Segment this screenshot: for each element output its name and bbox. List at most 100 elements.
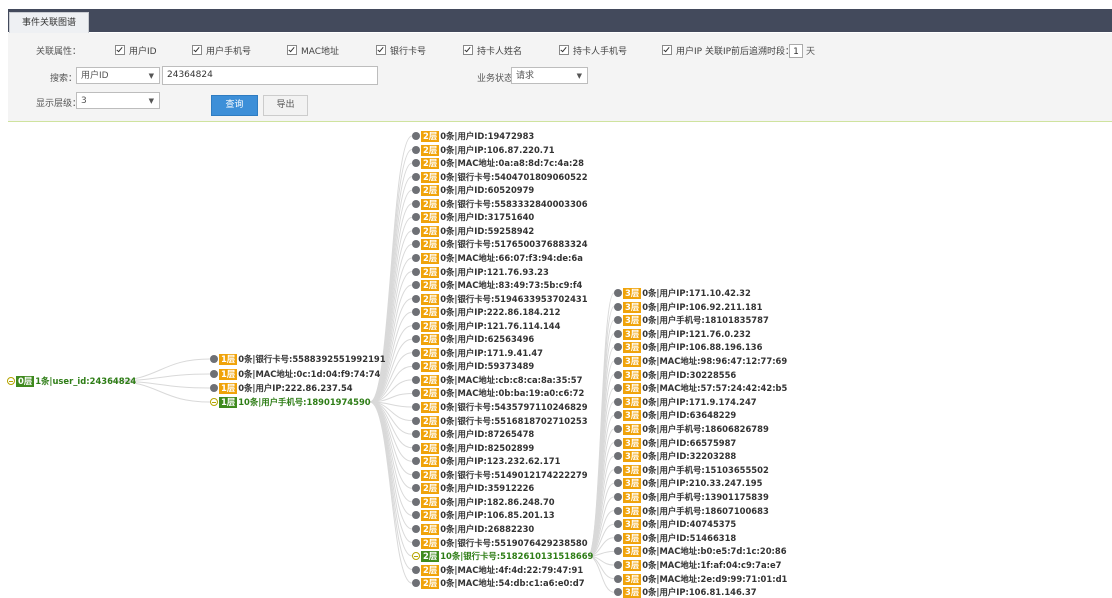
node-dot-icon[interactable]: [412, 579, 420, 588]
node-dot-icon[interactable]: [412, 362, 420, 371]
level3-node[interactable]: 3层 0条|用户IP:171.9.174.247: [614, 396, 757, 408]
node-dot-icon[interactable]: [614, 533, 622, 542]
level2-node[interactable]: 2层 0条|用户IP:121.76.114.144: [412, 320, 560, 332]
level3-node[interactable]: 3层 0条|MAC地址:b0:e5:7d:1c:20:86: [614, 546, 787, 558]
level2-node[interactable]: 2层 0条|银行卡号:5583332840003306: [412, 198, 588, 210]
node-dot-icon[interactable]: [614, 547, 622, 556]
node-dot-icon[interactable]: [412, 430, 420, 439]
node-dot-icon[interactable]: [614, 316, 622, 325]
level3-node[interactable]: 3层 0条|MAC地址:57:57:24:42:42:b5: [614, 383, 787, 395]
node-dot-icon[interactable]: [412, 484, 420, 493]
level3-node[interactable]: 3层 0条|用户ID:51466318: [614, 532, 736, 544]
status-select[interactable]: 请求 ▼: [511, 67, 588, 84]
level2-node[interactable]: 2层 0条|用户IP:222.86.184.212: [412, 307, 560, 319]
node-dot-icon[interactable]: [412, 267, 420, 276]
checkbox-bank-card[interactable]: 银行卡号: [376, 44, 426, 57]
level3-node[interactable]: 3层 0条|用户手机号:18101835787: [614, 315, 769, 327]
level3-node[interactable]: 3层 0条|用户IP:106.81.146.37: [614, 587, 757, 598]
node-dot-icon[interactable]: [614, 289, 622, 297]
level3-node[interactable]: 3层 0条|用户手机号:15103655502: [614, 464, 769, 476]
node-dot-icon[interactable]: [412, 470, 420, 479]
node-dot-icon[interactable]: [412, 511, 420, 520]
node-dot-icon[interactable]: [412, 240, 420, 249]
node-dot-icon[interactable]: [614, 520, 622, 529]
level2-node[interactable]: 2层 0条|用户ID:31751640: [412, 212, 534, 224]
node-dot-icon[interactable]: [614, 506, 622, 515]
node-dot-icon[interactable]: [614, 479, 622, 488]
search-type-select[interactable]: 用户ID ▼: [76, 67, 160, 84]
node-dot-icon[interactable]: [614, 343, 622, 352]
node-dot-icon[interactable]: [412, 281, 420, 290]
node-dot-icon[interactable]: [614, 384, 622, 393]
node-dot-icon[interactable]: [210, 384, 218, 392]
level3-node[interactable]: 3层 0条|用户手机号:18607100683: [614, 505, 769, 517]
level2-node[interactable]: 2层 0条|用户ID:59373489: [412, 361, 534, 373]
level2-node[interactable]: 2层 0条|银行卡号:5516818702710253: [412, 415, 588, 427]
query-button[interactable]: 查询: [211, 95, 258, 116]
level3-node[interactable]: 3层 0条|用户ID:40745375: [614, 519, 736, 531]
checkbox-user-id[interactable]: 用户ID: [115, 44, 157, 57]
level1-node[interactable]: 1层 0条|银行卡号:5588392551992191: [210, 354, 386, 365]
level2-node[interactable]: 2层 0条|用户ID:35912226: [412, 483, 534, 495]
tab-event-graph[interactable]: 事件关联图谱: [9, 12, 90, 33]
node-dot-icon[interactable]: [412, 132, 420, 140]
node-dot-icon[interactable]: [614, 452, 622, 461]
node-dot-icon[interactable]: [412, 457, 420, 466]
level2-node[interactable]: 2层 0条|MAC地址:54:db:c1:a6:e0:d7: [412, 578, 585, 590]
node-dot-icon[interactable]: [412, 199, 420, 208]
node-dot-icon[interactable]: [412, 389, 420, 398]
level2-node[interactable]: 2层 0条|用户ID:87265478: [412, 429, 534, 441]
node-dot-icon[interactable]: [412, 497, 420, 506]
level3-node[interactable]: 3层 0条|用户ID:32203288: [614, 451, 736, 463]
days-input[interactable]: 1: [789, 44, 803, 58]
collapse-icon[interactable]: [7, 377, 15, 385]
level2-node[interactable]: 2层 0条|用户ID:60520979: [412, 185, 534, 197]
level3-node[interactable]: 3层 0条|用户ID:63648229: [614, 410, 736, 422]
level2-node[interactable]: 2层 0条|银行卡号:5149012174222279: [412, 469, 588, 481]
level3-node[interactable]: 3层 0条|用户IP:106.92.211.181: [614, 301, 762, 313]
node-dot-icon[interactable]: [412, 335, 420, 344]
level2-node[interactable]: 2层 0条|MAC地址:0b:ba:19:a0:c6:72: [412, 388, 584, 400]
node-dot-icon[interactable]: [412, 565, 420, 574]
node-dot-icon[interactable]: [210, 355, 218, 363]
checkbox-holder-phone[interactable]: 持卡人手机号: [559, 44, 627, 57]
node-dot-icon[interactable]: [412, 524, 420, 533]
level3-node[interactable]: 3层 0条|用户手机号:18606826789: [614, 424, 769, 435]
level2-node[interactable]: 2层 0条|用户ID:26882230: [412, 523, 534, 535]
level3-node[interactable]: 3层 0条|用户手机号:13901175839: [614, 492, 769, 503]
node-dot-icon[interactable]: [412, 403, 420, 411]
checkbox-holder-name[interactable]: 持卡人姓名: [463, 44, 522, 57]
level3-node[interactable]: 3层 0条|MAC地址:2e:d9:99:71:01:d1: [614, 573, 787, 585]
level3-node[interactable]: 3层 0条|用户IP:210.33.247.195: [614, 478, 762, 490]
node-dot-icon[interactable]: [412, 145, 420, 154]
node-dot-icon[interactable]: [614, 438, 622, 447]
node-dot-icon[interactable]: [614, 493, 622, 501]
node-dot-icon[interactable]: [614, 397, 622, 406]
level2-node[interactable]: 2层 0条|用户ID:59258942: [412, 225, 534, 237]
node-dot-icon[interactable]: [614, 370, 622, 379]
level2-node[interactable]: 2层 0条|MAC地址:4f:4d:22:79:47:91: [412, 564, 583, 576]
level1-node[interactable]: 1层 0条|用户IP:222.86.237.54: [210, 383, 353, 394]
search-input[interactable]: 24364824: [162, 66, 378, 85]
level3-node[interactable]: 3层 0条|用户IP:121.76.0.232: [614, 328, 751, 340]
level1-node[interactable]: 1层 0条|MAC地址:0c:1d:04:f9:74:74: [210, 369, 380, 380]
level-select[interactable]: 3 ▼: [76, 92, 160, 109]
level2-node[interactable]: 2层 0条|用户IP:121.76.93.23: [412, 266, 549, 278]
level2-node[interactable]: 2层 0条|银行卡号:5194633953702431: [412, 293, 588, 305]
level2-node[interactable]: 2层 0条|用户ID:82502899: [412, 442, 534, 454]
node-dot-icon[interactable]: [412, 226, 420, 235]
node-dot-icon[interactable]: [412, 186, 420, 195]
level3-node[interactable]: 3层 0条|用户ID:30228556: [614, 369, 736, 381]
export-button[interactable]: 导出: [263, 95, 308, 116]
level3-node[interactable]: 3层 0条|用户ID:66575987: [614, 437, 736, 449]
level3-node[interactable]: 3层 0条|用户IP:171.10.42.32: [614, 288, 751, 299]
node-dot-icon[interactable]: [412, 308, 420, 317]
node-dot-icon[interactable]: [412, 172, 420, 181]
node-dot-icon[interactable]: [412, 159, 420, 168]
node-dot-icon[interactable]: [412, 443, 420, 452]
level2-node[interactable]: 2层 0条|用户IP:171.9.41.47: [412, 347, 543, 359]
level2-node[interactable]: 2层 0条|银行卡号:5435797110246829: [412, 402, 588, 413]
node-dot-icon[interactable]: [614, 425, 622, 433]
node-dot-icon[interactable]: [412, 253, 420, 262]
level2-node[interactable]: 2层 10条|银行卡号:5182610131518669: [412, 551, 593, 563]
